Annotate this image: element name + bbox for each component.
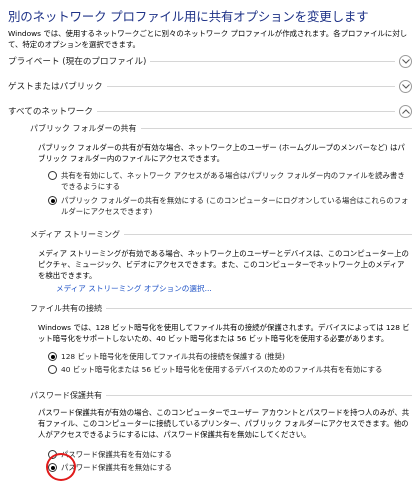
divider <box>150 60 395 62</box>
encryption-40-option[interactable]: 40 ビット暗号化または 56 ビット暗号化を使用するデバイスのためのファイル共… <box>48 364 410 375</box>
public-folder-description: パブリック フォルダーの共有が有効な場合、ネットワーク上のユーザー (ホームグル… <box>38 143 405 163</box>
divider <box>123 234 412 235</box>
password-sharing-disable-option[interactable]: パスワード保護共有を無効にする <box>48 462 410 473</box>
media-streaming-heading: メディア ストリーミング <box>30 230 120 239</box>
chevron-up-icon[interactable] <box>399 104 412 118</box>
public-folder-heading: パブリック フォルダーの共有 <box>30 124 137 133</box>
chevron-down-icon[interactable] <box>399 54 412 68</box>
encryption-40-radio[interactable] <box>48 365 57 374</box>
encryption-128-option[interactable]: 128 ビット暗号化を使用してファイル共有の接続を保護する (推奨) <box>48 351 410 362</box>
divider <box>106 395 412 396</box>
media-streaming-group: メディア ストリーミング <box>30 228 412 241</box>
password-sharing-description: パスワード保護共有が有効の場合、このコンピューターでユーザー アカウントとパスワ… <box>38 408 410 439</box>
password-sharing-group: パスワード保護共有 <box>30 389 412 402</box>
public-folder-enable-option[interactable]: 共有を有効にして、ネットワーク アクセスがある場合はパブリック フォルダー内のフ… <box>48 170 410 192</box>
intro-text: Windows では、使用するネットワークごとに別々のネットワーク プロファイル… <box>8 29 408 49</box>
public-folder-enable-radio[interactable] <box>48 171 57 180</box>
section-private-label: プライベート (現在のプロファイル) <box>8 57 147 67</box>
password-sharing-enable-label: パスワード保護共有を有効にする <box>61 450 172 459</box>
public-folder-enable-label: 共有を有効にして、ネットワーク アクセスがある場合はパブリック フォルダー内のフ… <box>61 171 405 191</box>
public-folder-group: パブリック フォルダーの共有 <box>30 122 412 135</box>
password-sharing-disable-label: パスワード保護共有を無効にする <box>61 463 172 472</box>
divider <box>97 110 395 112</box>
section-all-networks-label: すべてのネットワーク <box>8 107 93 117</box>
media-streaming-description: メディア ストリーミングが有効である場合、ネットワーク上のユーザーとデバイスは、… <box>38 249 409 280</box>
page-title: 別のネットワーク プロファイル用に共有オプションを変更します <box>8 9 369 24</box>
highlight-annotation-circle <box>46 453 76 481</box>
public-folder-disable-option[interactable]: パブリック フォルダーの共有を無効にする (このコンピューターにログオンしている… <box>48 195 410 217</box>
divider <box>106 308 412 309</box>
section-guest[interactable]: ゲストまたはパブリック <box>8 78 412 94</box>
password-sharing-enable-option[interactable]: パスワード保護共有を有効にする <box>48 449 410 460</box>
encryption-128-label: 128 ビット暗号化を使用してファイル共有の接続を保護する (推奨) <box>61 352 285 361</box>
public-folder-disable-label: パブリック フォルダーの共有を無効にする (このコンピューターにログオンしている… <box>61 196 409 216</box>
media-streaming-options-link[interactable]: メディア ストリーミング オプションの選択... <box>56 283 212 294</box>
file-sharing-heading: ファイル共有の接続 <box>30 304 102 313</box>
section-all-networks[interactable]: すべてのネットワーク <box>8 103 412 119</box>
public-folder-disable-radio[interactable] <box>48 196 57 205</box>
file-sharing-description: Windows では、128 ビット暗号化を使用してファイル共有の接続が保護され… <box>38 323 410 343</box>
section-private[interactable]: プライベート (現在のプロファイル) <box>8 53 412 69</box>
section-guest-label: ゲストまたはパブリック <box>8 82 103 92</box>
chevron-down-icon[interactable] <box>399 79 412 93</box>
password-sharing-heading: パスワード保護共有 <box>30 391 102 400</box>
encryption-128-radio[interactable] <box>48 352 57 361</box>
divider <box>106 85 395 87</box>
divider <box>140 128 412 129</box>
file-sharing-group: ファイル共有の接続 <box>30 302 412 315</box>
encryption-40-label: 40 ビット暗号化または 56 ビット暗号化を使用するデバイスのためのファイル共… <box>61 365 383 374</box>
